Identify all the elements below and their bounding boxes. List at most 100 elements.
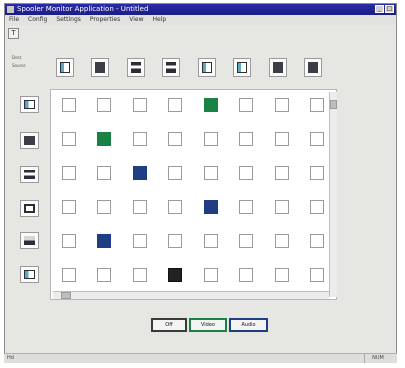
- matrix-cell[interactable]: [168, 132, 182, 146]
- matrix-cell[interactable]: [168, 200, 182, 214]
- matrix-cell[interactable]: [310, 268, 324, 282]
- matrix-cell[interactable]: [133, 268, 147, 282]
- network-printer-icon: [24, 136, 35, 145]
- matrix-cell[interactable]: [275, 234, 289, 248]
- menu-view[interactable]: View: [129, 15, 143, 25]
- matrix-cell[interactable]: [310, 132, 324, 146]
- source-label: Source: [12, 63, 26, 68]
- matrix-cell[interactable]: [239, 98, 253, 112]
- toolbar-button[interactable]: T: [8, 28, 19, 39]
- routing-matrix: [50, 89, 337, 300]
- matrix-cell[interactable]: [275, 98, 289, 112]
- matrix-cell-active[interactable]: [97, 132, 111, 146]
- network-printer-icon: [273, 62, 283, 73]
- matrix-cell[interactable]: [239, 132, 253, 146]
- matrix-cell[interactable]: [310, 200, 324, 214]
- header-labels: Dest Source: [12, 54, 26, 70]
- matrix-cell[interactable]: [239, 234, 253, 248]
- menu-properties[interactable]: Properties: [90, 15, 120, 25]
- matrix-cell[interactable]: [239, 200, 253, 214]
- wireless-icon: [202, 62, 212, 73]
- row-device-button[interactable]: [20, 166, 39, 183]
- row-device-button[interactable]: [20, 132, 39, 149]
- matrix-cell[interactable]: [133, 234, 147, 248]
- matrix-cell[interactable]: [204, 234, 218, 248]
- matrix-cell[interactable]: [97, 200, 111, 214]
- camera-icon: [24, 270, 35, 279]
- vertical-scroll-thumb[interactable]: [330, 100, 337, 109]
- wireless-icon: [60, 62, 70, 73]
- column-device-button[interactable]: [162, 58, 180, 77]
- monitor-icon: [24, 204, 35, 213]
- column-device-button[interactable]: [91, 58, 109, 77]
- system-menu-icon[interactable]: [7, 6, 14, 13]
- menu-help[interactable]: Help: [153, 15, 167, 25]
- title-bar: Spooler Monitor Application - Untitled _…: [5, 4, 396, 15]
- matrix-cell[interactable]: [168, 234, 182, 248]
- horizontal-scroll-thumb[interactable]: [61, 292, 71, 299]
- matrix-cell[interactable]: [62, 132, 76, 146]
- matrix-cell-active[interactable]: [168, 268, 182, 282]
- disk-icon: [24, 236, 35, 245]
- matrix-cell[interactable]: [275, 132, 289, 146]
- audio-mode-button[interactable]: Audio: [229, 318, 268, 332]
- column-device-button[interactable]: [56, 58, 74, 77]
- matrix-cell-active[interactable]: [97, 234, 111, 248]
- matrix-cell[interactable]: [62, 98, 76, 112]
- matrix-cell[interactable]: [275, 200, 289, 214]
- video-mode-button[interactable]: Video: [189, 318, 227, 332]
- row-device-button[interactable]: [20, 232, 39, 249]
- matrix-cell[interactable]: [62, 200, 76, 214]
- matrix-cell[interactable]: [168, 166, 182, 180]
- network-printer-icon: [95, 62, 105, 73]
- column-device-button[interactable]: [233, 58, 251, 77]
- matrix-cell-active[interactable]: [204, 200, 218, 214]
- matrix-cell[interactable]: [275, 268, 289, 282]
- matrix-cell[interactable]: [168, 98, 182, 112]
- vertical-scrollbar[interactable]: [329, 92, 337, 297]
- menu-config[interactable]: Config: [28, 15, 47, 25]
- matrix-cell[interactable]: [133, 132, 147, 146]
- wireless-icon: [237, 62, 247, 73]
- network-printer-icon: [308, 62, 318, 73]
- matrix-cell[interactable]: [62, 234, 76, 248]
- matrix-cell[interactable]: [204, 268, 218, 282]
- menu-bar: File Config Settings Properties View Hel…: [5, 15, 396, 25]
- minimize-button[interactable]: _: [375, 5, 384, 13]
- matrix-cell[interactable]: [204, 166, 218, 180]
- column-device-button[interactable]: [269, 58, 287, 77]
- column-device-button[interactable]: [304, 58, 322, 77]
- printer-icon: [24, 170, 35, 179]
- matrix-cell[interactable]: [62, 166, 76, 180]
- menu-settings[interactable]: Settings: [56, 15, 81, 25]
- row-device-button[interactable]: [20, 266, 39, 283]
- matrix-cell[interactable]: [133, 98, 147, 112]
- matrix-cell[interactable]: [239, 166, 253, 180]
- matrix-cell[interactable]: [97, 166, 111, 180]
- matrix-cell[interactable]: [310, 234, 324, 248]
- matrix-cell[interactable]: [275, 166, 289, 180]
- matrix-cell-active[interactable]: [133, 166, 147, 180]
- off-mode-button[interactable]: Off: [151, 318, 187, 332]
- maximize-button[interactable]: □: [385, 5, 394, 13]
- matrix-cell[interactable]: [310, 98, 324, 112]
- matrix-cell-active[interactable]: [204, 98, 218, 112]
- row-device-button[interactable]: [20, 96, 39, 113]
- column-device-button[interactable]: [198, 58, 216, 77]
- printer-icon: [166, 62, 176, 73]
- matrix-cell[interactable]: [97, 268, 111, 282]
- row-device-button[interactable]: [20, 200, 39, 217]
- printer-icon: [131, 62, 141, 73]
- matrix-cell[interactable]: [133, 200, 147, 214]
- matrix-cell[interactable]: [239, 268, 253, 282]
- menu-file[interactable]: File: [9, 15, 19, 25]
- camera-icon: [24, 100, 35, 109]
- horizontal-scrollbar[interactable]: [53, 291, 329, 299]
- dest-label: Dest: [12, 55, 22, 60]
- matrix-cell[interactable]: [62, 268, 76, 282]
- matrix-cell[interactable]: [310, 166, 324, 180]
- matrix-cell[interactable]: [204, 132, 218, 146]
- column-device-button[interactable]: [127, 58, 145, 77]
- window-title: Spooler Monitor Application - Untitled: [17, 5, 149, 13]
- matrix-cell[interactable]: [97, 98, 111, 112]
